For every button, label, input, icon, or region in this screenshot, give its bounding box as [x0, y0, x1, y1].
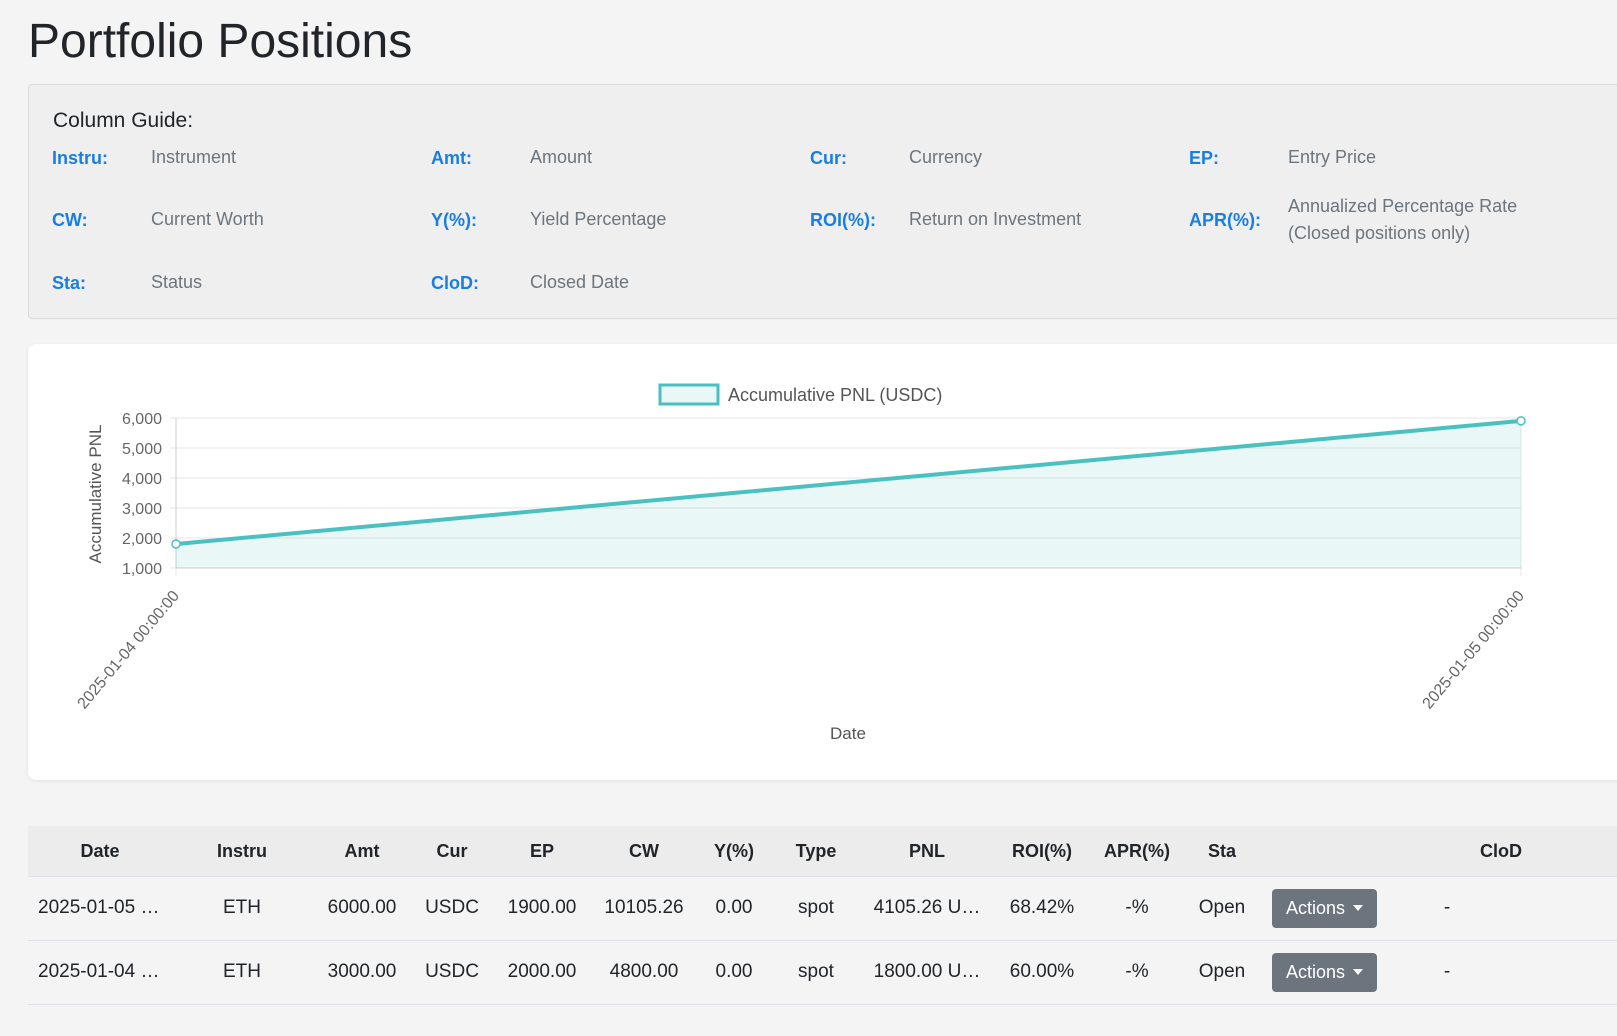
data-point: [171, 539, 181, 549]
cell-sta: Open: [1198, 961, 1246, 982]
pnl-chart: 1,000 2,000 3,000 4,000 5,000 6,000 2025-01-04…: [75, 383, 1529, 743]
guide-key-amt: Amt:: [431, 148, 472, 168]
guide-value-sta: Status: [151, 272, 203, 292]
guide-key-ep: EP:: [1189, 148, 1220, 168]
cell-amt: 6000.00: [327, 897, 397, 918]
cell-roi: 60.00%: [1009, 961, 1075, 982]
guide-value-ep: Entry Price: [1288, 147, 1377, 167]
col-header-ep[interactable]: EP: [512, 841, 572, 862]
cell-ep: 1900.00: [507, 897, 577, 918]
guide-value-cw: Current Worth: [151, 209, 264, 229]
series-area: [176, 420, 1521, 568]
guide-key-instru: Instru:: [52, 148, 108, 168]
col-header-apr[interactable]: APR(%): [1102, 841, 1172, 862]
guide-key-yield: Y(%):: [431, 210, 477, 230]
x-tick-label: 2025-01-05 00:00:00: [1420, 588, 1529, 713]
cell-ep: 2000.00: [507, 961, 577, 982]
y-tick-label: 1,000: [122, 561, 162, 578]
col-header-cw[interactable]: CW: [614, 841, 674, 862]
guide-key-apr: APR(%):: [1189, 210, 1261, 230]
y-tick-label: 2,000: [122, 531, 162, 548]
cell-pnl: 4105.26 U…: [873, 897, 981, 918]
guide-key-clod: ClοD:: [431, 273, 479, 293]
guide-value-amt: Amount: [530, 147, 593, 167]
cell-clod: -: [1443, 961, 1451, 982]
guide-value-roi: Return on Investment: [909, 209, 1082, 229]
cell-date: 2025-01-04 …: [38, 961, 160, 982]
cell-type: spot: [798, 961, 834, 982]
guide-key-roi: ROI(%):: [810, 210, 876, 230]
guide-value-clod: Closed Date: [530, 272, 630, 292]
caret-down-icon: [1353, 905, 1364, 911]
actions-dropdown-button[interactable]: Actions: [1272, 953, 1377, 992]
y-tick-label: 3,000: [122, 501, 162, 518]
pnl-chart-card: 1,000 2,000 3,000 4,000 5,000 6,000 2025-01-04…: [28, 344, 1617, 780]
cell-apr: -%: [1125, 897, 1149, 918]
cell-sta: Open: [1198, 897, 1246, 918]
data-point: [1516, 416, 1526, 426]
x-axis-title: Date: [830, 724, 866, 743]
col-header-type[interactable]: Type: [786, 841, 846, 862]
cell-yield: 0.00: [715, 897, 753, 918]
cell-cur: USDC: [425, 897, 479, 918]
cell-date: 2025-01-05 …: [38, 897, 160, 918]
col-header-roi[interactable]: ROI(%): [1007, 841, 1077, 862]
guide-key-cw: CW:: [52, 210, 88, 230]
caret-down-icon: [1353, 969, 1364, 975]
legend-swatch: [658, 383, 720, 406]
cell-cw: 10105.26: [604, 897, 684, 918]
col-header-pnl[interactable]: PNL: [897, 841, 957, 862]
guide-value-apr-note: (Closed positions only): [1288, 223, 1471, 243]
col-header-date[interactable]: Date: [70, 841, 130, 862]
y-tick-label: 5,000: [122, 441, 162, 458]
actions-dropdown-button[interactable]: Actions: [1272, 889, 1377, 928]
y-axis-title: Accumulative PNL: [86, 425, 105, 564]
y-tick-label: 4,000: [122, 471, 162, 488]
guide-value-yield: Yield Percentage: [530, 209, 667, 229]
cell-pnl: 1800.00 U…: [873, 961, 981, 982]
cell-clod: -: [1443, 897, 1451, 918]
page-title: Portfolio Positions: [28, 15, 413, 68]
table-header-row: Date Instru Amt Cur EP CW Y(%) Type PNL …: [28, 826, 1617, 877]
column-guide: Column Guide: Instru: Instrument Amt: Am…: [28, 84, 1617, 319]
cell-amt: 3000.00: [327, 961, 397, 982]
cell-roi: 68.42%: [1009, 897, 1075, 918]
col-header-sta[interactable]: Sta: [1192, 841, 1252, 862]
col-header-clod[interactable]: ClοD: [1471, 841, 1531, 862]
cell-instru: ETH: [223, 897, 261, 918]
x-tick-label: 2025-01-04 00:00:00: [75, 588, 184, 713]
col-header-amt[interactable]: Amt: [332, 841, 392, 862]
column-guide-title: Column Guide:: [53, 109, 194, 132]
table-row: 2025-01-05 … ETH 6000.00 USDC 1900.00 10…: [28, 877, 1617, 941]
col-header-instru[interactable]: Instru: [212, 841, 272, 862]
table-row: 2025-01-04 … ETH 3000.00 USDC 2000.00 48…: [28, 941, 1617, 1005]
cell-apr: -%: [1125, 961, 1149, 982]
col-header-yield[interactable]: Y(%): [704, 841, 764, 862]
guide-key-sta: Sta:: [52, 273, 87, 293]
cell-cw: 4800.00: [609, 961, 679, 982]
col-header-cur[interactable]: Cur: [422, 841, 482, 862]
guide-value-cur: Currency: [909, 147, 983, 167]
actions-button-label: Actions: [1285, 898, 1346, 918]
legend-label: Accumulative PNL (USDC): [728, 385, 942, 405]
cell-cur: USDC: [425, 961, 479, 982]
cell-yield: 0.00: [715, 961, 753, 982]
guide-value-apr: Annualized Percentage Rate: [1288, 196, 1518, 216]
guide-key-cur: Cur:: [810, 148, 847, 168]
cell-type: spot: [798, 897, 834, 918]
cell-instru: ETH: [223, 961, 261, 982]
y-tick-label: 6,000: [122, 411, 162, 428]
actions-button-label: Actions: [1285, 962, 1346, 982]
guide-value-instru: Instrument: [151, 147, 237, 167]
